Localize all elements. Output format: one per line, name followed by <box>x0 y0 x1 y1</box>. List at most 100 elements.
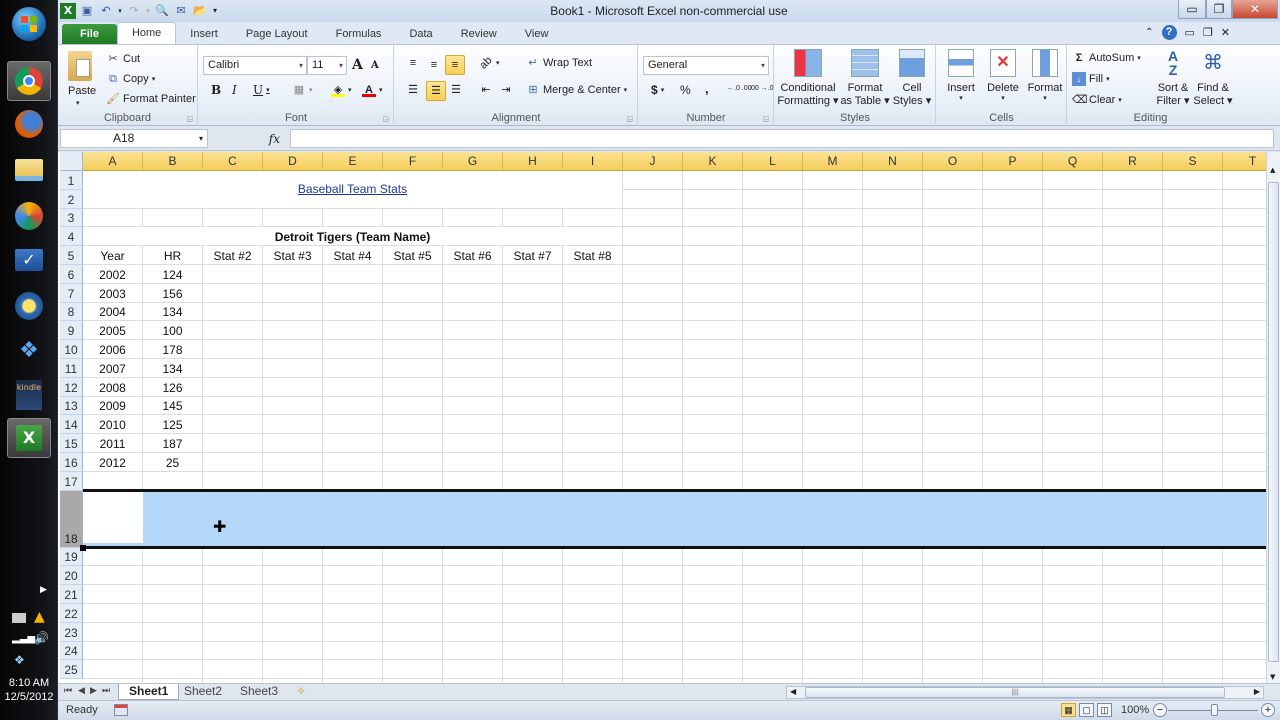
save-icon[interactable]: ▣ <box>79 3 95 19</box>
row-header-24[interactable]: 24 <box>60 641 83 661</box>
open-icon[interactable]: 📂 <box>192 3 208 19</box>
horizontal-scroll-thumb[interactable]: |||| <box>805 687 1225 698</box>
tab-review[interactable]: Review <box>447 24 511 44</box>
header-cell-a5[interactable]: Year <box>83 246 143 265</box>
prev-sheet-icon[interactable]: ◀ <box>78 685 85 696</box>
column-header-d[interactable]: D <box>263 152 323 171</box>
year-cell[interactable]: 2002 <box>83 265 143 284</box>
tab-data[interactable]: Data <box>395 24 446 44</box>
italic-button[interactable]: I <box>232 83 237 97</box>
close-button[interactable]: ✕ <box>1232 0 1278 19</box>
clock[interactable]: 8:10 AM 12/5/2012 <box>0 676 58 704</box>
row-header-23[interactable]: 23 <box>60 622 83 642</box>
scroll-left-icon[interactable]: ◀ <box>790 687 796 696</box>
network-icon[interactable]: ▂▃▅ <box>12 633 35 644</box>
insert-function-button[interactable]: fx <box>212 129 288 148</box>
redo-icon[interactable]: ↷ <box>126 3 142 19</box>
row-header-8[interactable]: 8 <box>60 302 83 322</box>
column-header-p[interactable]: P <box>983 152 1043 171</box>
year-cell[interactable]: 2011 <box>83 434 143 453</box>
column-header-t[interactable]: T <box>1223 152 1266 171</box>
undo-icon[interactable]: ↶ <box>98 3 114 19</box>
redo-dropdown-icon[interactable]: ▾ <box>145 3 151 19</box>
zoom-slider-thumb[interactable] <box>1211 704 1218 716</box>
sheet-tab-sheet2[interactable]: Sheet2 <box>174 684 232 700</box>
row-header-17[interactable]: 17 <box>60 471 83 491</box>
paste-button[interactable]: Paste <box>68 85 96 97</box>
hr-cell[interactable]: 124 <box>143 265 203 284</box>
zoom-in-button[interactable]: + <box>1261 703 1275 717</box>
hr-cell[interactable]: 125 <box>143 415 203 435</box>
workbook-close-icon[interactable]: ✕ <box>1221 26 1230 39</box>
name-box[interactable]: A18 ▾ <box>60 129 208 148</box>
column-header-q[interactable]: Q <box>1043 152 1103 171</box>
column-header-s[interactable]: S <box>1163 152 1223 171</box>
row-header-20[interactable]: 20 <box>60 566 83 586</box>
windows-start-button[interactable] <box>7 4 51 44</box>
column-header-g[interactable]: G <box>443 152 503 171</box>
format-cells-button[interactable]: Format ▾ <box>1025 49 1065 102</box>
comma-button[interactable]: , <box>705 81 709 96</box>
row-header-6[interactable]: 6 <box>60 265 83 284</box>
column-header-a[interactable]: A <box>83 152 143 171</box>
print-preview-icon[interactable]: 🔍 <box>154 3 170 19</box>
copy-button[interactable]: ⧉ Copy ▾ <box>106 72 155 86</box>
scroll-up-icon[interactable]: ▲ <box>1270 166 1275 174</box>
page-layout-view-button[interactable]: ▢ <box>1079 703 1094 717</box>
column-header-c[interactable]: C <box>203 152 263 171</box>
font-size-select[interactable]: 11 ▾ <box>307 56 347 75</box>
column-header-k[interactable]: K <box>683 152 743 171</box>
excel-logo-icon[interactable]: X <box>60 3 76 19</box>
tab-home[interactable]: Home <box>116 22 177 44</box>
clipboard-dialog-launcher-icon[interactable]: ◲ <box>186 115 193 123</box>
horizontal-scrollbar[interactable]: ◀ |||| ▶ <box>786 686 1264 699</box>
decrease-decimal-button[interactable]: .00 →.0 <box>749 85 774 92</box>
row-header-10[interactable]: 10 <box>60 340 83 359</box>
orientation-button[interactable]: ab ▾ <box>477 54 499 71</box>
column-header-l[interactable]: L <box>743 152 803 171</box>
year-cell[interactable]: 2008 <box>83 377 143 397</box>
fill-button[interactable]: ↓ Fill ▾ <box>1072 72 1110 86</box>
undo-dropdown-icon[interactable]: ▾ <box>117 3 123 19</box>
zoom-out-button[interactable]: − <box>1153 703 1167 717</box>
minimize-button[interactable]: ▭ <box>1178 0 1206 19</box>
row-header-14[interactable]: 14 <box>60 415 83 435</box>
help-icon[interactable]: ? <box>1161 25 1177 40</box>
show-hidden-icons-button[interactable]: ▶ <box>40 585 47 595</box>
active-cell-a18[interactable] <box>83 491 143 543</box>
merged-title-cell[interactable]: Baseball Team Stats <box>83 171 623 209</box>
row-header-15[interactable]: 15 <box>60 434 83 453</box>
fill-color-button[interactable]: ◈ ▾ <box>331 83 352 97</box>
taskbar-sun-app[interactable] <box>7 286 51 326</box>
taskbar-kindle[interactable]: kindle <box>7 375 51 415</box>
column-header-r[interactable]: R <box>1103 152 1163 171</box>
page-break-view-button[interactable]: ◫ <box>1097 703 1112 717</box>
percent-button[interactable]: % <box>680 83 691 97</box>
cut-button[interactable]: ✂ Cut <box>106 52 140 66</box>
header-cell-i5[interactable]: Stat #8 <box>563 246 623 265</box>
sheet-title-link[interactable]: Baseball Team Stats <box>298 182 407 196</box>
format-as-table-button[interactable]: Format as Table ▾ <box>839 49 891 107</box>
first-sheet-icon[interactable]: ⏮ <box>64 685 72 696</box>
column-header-o[interactable]: O <box>923 152 983 171</box>
scroll-down-icon[interactable]: ▼ <box>1270 673 1275 681</box>
row-header-21[interactable]: 21 <box>60 585 83 604</box>
format-painter-button[interactable]: 🖌 Format Painter <box>106 92 196 106</box>
align-center-button[interactable]: ☰ <box>426 81 446 101</box>
year-cell[interactable]: 2012 <box>83 453 143 472</box>
scroll-right-icon[interactable]: ▶ <box>1254 687 1260 696</box>
row-header-2[interactable]: 2 <box>60 189 83 209</box>
bottom-align-button[interactable]: ≡ <box>445 55 465 75</box>
hr-cell[interactable]: 25 <box>143 453 203 472</box>
insert-cells-button[interactable]: Insert ▾ <box>941 49 981 102</box>
taskbar-excel[interactable]: X <box>7 418 51 458</box>
tab-view[interactable]: View <box>511 24 563 44</box>
tab-insert[interactable]: Insert <box>176 24 232 44</box>
year-cell[interactable]: 2009 <box>83 396 143 416</box>
year-cell[interactable]: 2003 <box>83 283 143 303</box>
header-cell-e5[interactable]: Stat #4 <box>323 246 383 265</box>
hr-cell[interactable]: 145 <box>143 396 203 416</box>
zoom-level[interactable]: 100% <box>1121 704 1149 716</box>
taskbar-dropbox[interactable]: ❖ <box>7 330 51 370</box>
merge-center-button[interactable]: ⊞ Merge & Center ▾ <box>526 83 627 97</box>
